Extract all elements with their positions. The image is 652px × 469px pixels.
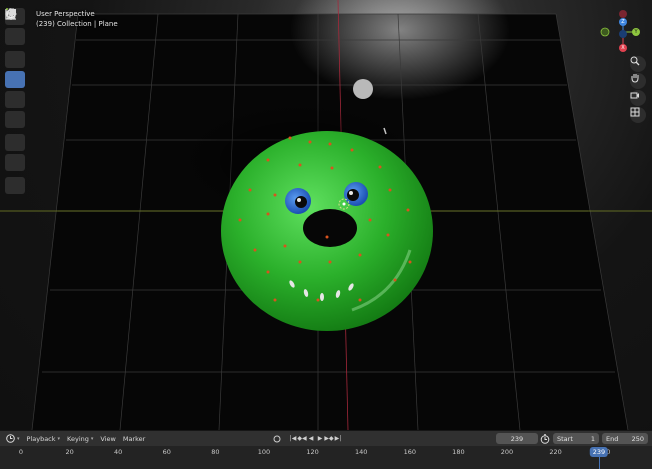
- navigation-gizmo[interactable]: Z Y X: [600, 8, 646, 56]
- ruler-tick-label: 60: [162, 448, 171, 456]
- annotate-tool[interactable]: [5, 10, 25, 151]
- end-value: 250: [631, 434, 644, 443]
- prev-keyframe-icon: ◆◀: [297, 435, 307, 442]
- end-label: End: [606, 434, 619, 443]
- move-tool[interactable]: [5, 8, 25, 68]
- gizmo-y-axis[interactable]: Y: [632, 28, 640, 36]
- view-name-label: User Perspective: [36, 10, 95, 18]
- left-eye: [285, 188, 311, 214]
- ruler-tick-label: 0: [18, 448, 24, 456]
- ruler-tick-label: 160: [403, 448, 417, 456]
- camera-icon: [630, 92, 639, 99]
- auto-keying-button[interactable]: [540, 434, 550, 446]
- timeline-header: ▾ Playback ▾ Keying ▾ View Marker |◀ ◆◀ ◀ …: [0, 430, 652, 446]
- playhead-frame-label[interactable]: 239: [589, 447, 609, 457]
- left-toolbar: [5, 8, 27, 197]
- light-sphere: [353, 79, 373, 99]
- donut-hole: [303, 209, 357, 247]
- ruler-tick-label: 100: [257, 448, 271, 456]
- view-menu[interactable]: View: [100, 435, 115, 443]
- context-label: (239) Collection | Plane: [36, 20, 118, 28]
- camera-view-button[interactable]: [630, 90, 646, 106]
- play-reverse-button[interactable]: ◀: [307, 434, 315, 443]
- right-eye: [344, 182, 368, 206]
- scale-tool[interactable]: [5, 9, 25, 108]
- jump-end-icon: ▶|: [334, 435, 342, 442]
- play-reverse-icon: ◀: [308, 435, 314, 442]
- start-frame-field[interactable]: Start 1: [553, 433, 599, 444]
- keying-menu-label: Keying: [67, 434, 89, 443]
- ruler-tick-label: 40: [114, 448, 123, 456]
- view-menu-label: View: [100, 434, 116, 443]
- jump-end-button[interactable]: ▶|: [334, 434, 342, 443]
- measure-tool[interactable]: [5, 9, 25, 171]
- scene-canvas: [0, 0, 652, 430]
- end-frame-field[interactable]: End 250: [602, 433, 648, 444]
- ruler-tick-label: 20: [65, 448, 74, 456]
- gizmo-z-axis[interactable]: Z: [619, 18, 627, 26]
- rotate-tool[interactable]: [5, 9, 25, 88]
- ruler-tick-label: 180: [452, 448, 465, 456]
- grid-view-icon: [630, 107, 640, 117]
- playback-menu-label: Playback: [26, 434, 56, 443]
- 3d-viewport[interactable]: User Perspective (239) Collection | Plan…: [0, 0, 652, 430]
- ruler-tick-label: 140: [354, 448, 368, 456]
- add-cube-icon: [6, 8, 17, 20]
- stopwatch-icon: [540, 434, 550, 444]
- start-label: Start: [557, 434, 573, 443]
- chevron-down-icon: ▾: [90, 435, 94, 442]
- playback-menu[interactable]: Playback ▾: [27, 435, 61, 443]
- chevron-down-icon: ▾: [57, 435, 61, 442]
- ruler-tick-label: 120: [306, 448, 319, 456]
- zoom-button[interactable]: [630, 56, 646, 72]
- keying-menu[interactable]: Keying ▾: [67, 435, 93, 443]
- marker-menu[interactable]: Marker: [123, 435, 145, 443]
- timeline-ruler[interactable]: 020406080100120140160180200220240 239: [0, 446, 652, 469]
- hand-pan-icon: [631, 74, 639, 83]
- ruler-tick-label: 80: [211, 448, 220, 456]
- jump-start-icon: |◀: [289, 435, 297, 442]
- ruler-tick-label: 200: [500, 448, 514, 456]
- clock-icon: [6, 434, 15, 443]
- play-button[interactable]: ▶: [316, 434, 324, 443]
- pan-button[interactable]: [630, 73, 646, 89]
- separator: [282, 434, 288, 443]
- ortho-toggle-button[interactable]: [630, 107, 646, 123]
- record-icon: [273, 435, 281, 442]
- playback-controls: |◀ ◆◀ ◀ ▶ ▶◆ ▶|: [273, 434, 342, 443]
- editor-type-button[interactable]: ▾: [6, 434, 20, 443]
- transform-tool[interactable]: [5, 9, 25, 128]
- ruler-tick-label: 220: [549, 448, 562, 456]
- prev-keyframe-button[interactable]: ◆◀: [297, 434, 307, 443]
- jump-start-button[interactable]: |◀: [289, 434, 297, 443]
- gizmo-x-axis[interactable]: X: [619, 44, 627, 52]
- marker-menu-label: Marker: [122, 434, 146, 443]
- add-cube-tool[interactable]: [5, 8, 25, 194]
- record-button[interactable]: [273, 434, 281, 443]
- next-keyframe-button[interactable]: ▶◆: [324, 434, 334, 443]
- zoom-icon: [630, 56, 640, 66]
- next-keyframe-icon: ▶◆: [324, 435, 334, 442]
- playhead-line: [599, 457, 600, 469]
- chevron-down-icon: ▾: [17, 435, 20, 442]
- start-value: 1: [590, 434, 595, 443]
- current-frame-field[interactable]: 239: [496, 433, 538, 444]
- cursor-tool[interactable]: [5, 8, 25, 45]
- play-icon: ▶: [317, 435, 323, 442]
